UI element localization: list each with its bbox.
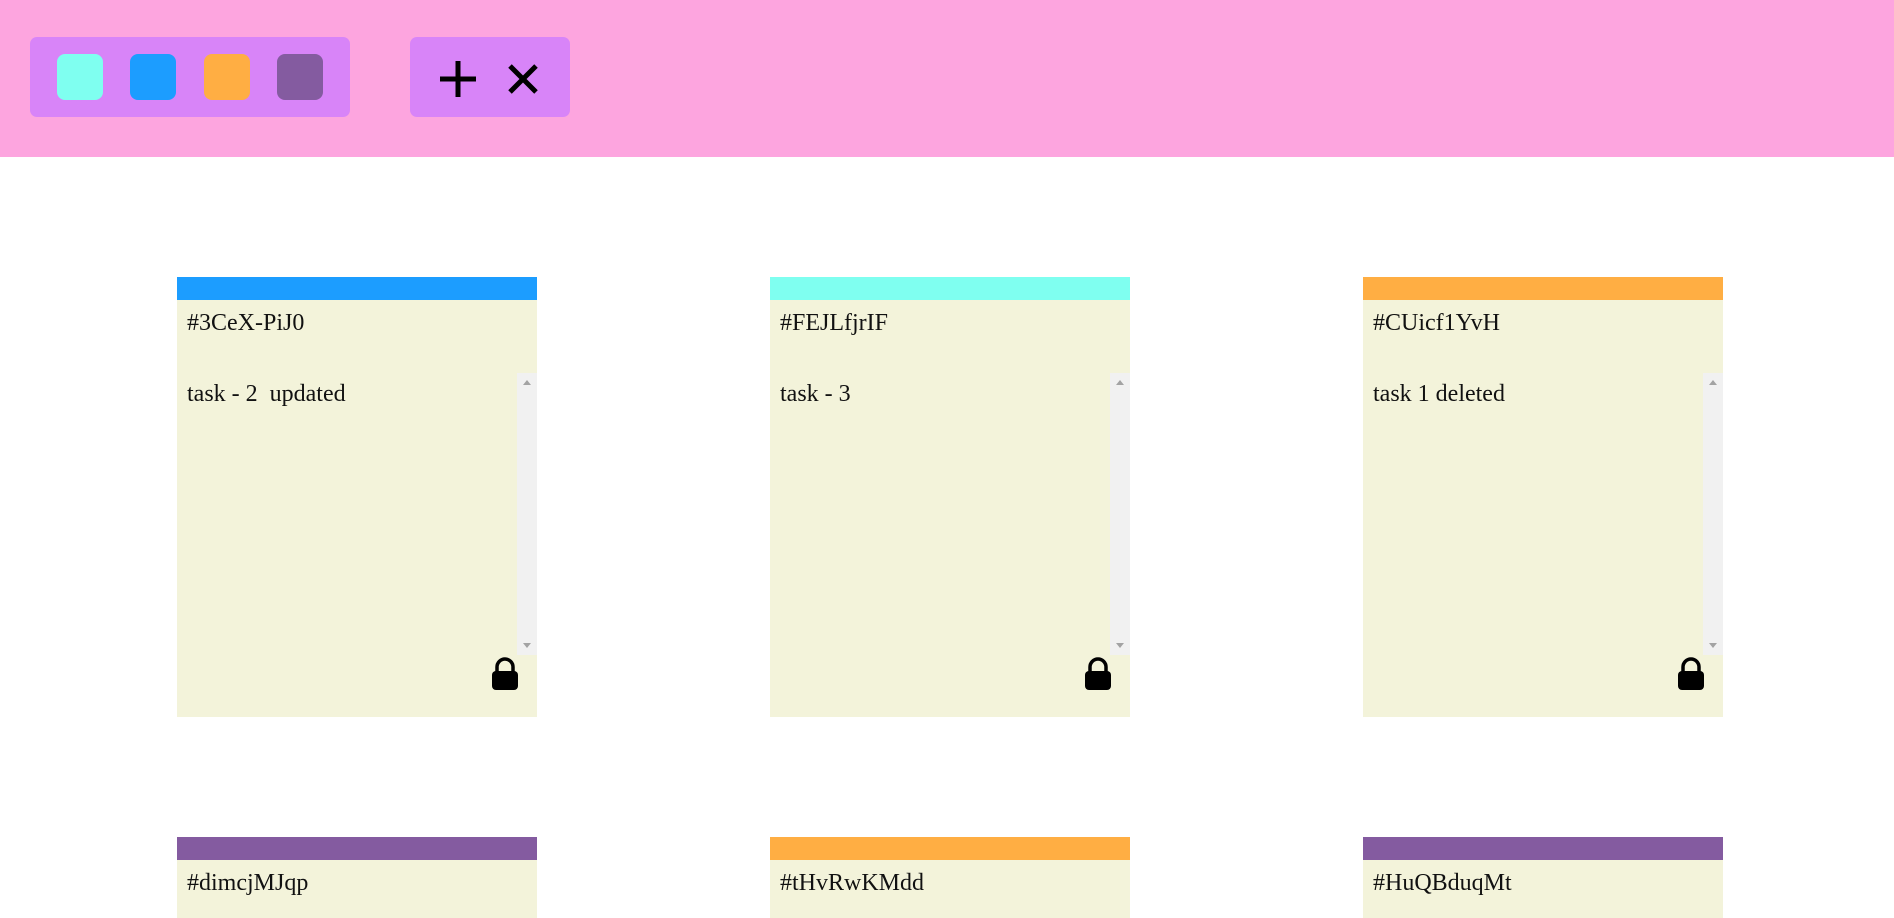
lock-icon xyxy=(492,657,518,690)
scroll-down-arrow-icon[interactable] xyxy=(523,643,531,648)
ticket-task-textarea[interactable]: task 1 deleted xyxy=(1363,373,1703,655)
action-panel xyxy=(410,37,570,117)
ticket-color-strip[interactable] xyxy=(1363,837,1723,860)
ticket-id: #CUicf1YvH xyxy=(1373,310,1500,336)
ticket-color-strip[interactable] xyxy=(177,837,537,860)
ticket-id: #FEJLfjrIF xyxy=(780,310,888,336)
filter-aqua-button[interactable] xyxy=(57,54,103,100)
ticket-task-textarea[interactable]: task - 3 xyxy=(770,373,1110,655)
remove-button[interactable] xyxy=(501,57,545,101)
ticket-card: #dimcjMJqp xyxy=(177,837,537,918)
ticket-card: #CUicf1YvH task 1 deleted xyxy=(1363,277,1723,717)
scroll-down-arrow-icon[interactable] xyxy=(1116,643,1124,648)
task-scrollbar[interactable] xyxy=(1703,373,1723,655)
ticket-color-strip[interactable] xyxy=(177,277,537,300)
ticket-card: #tHvRwKMdd xyxy=(770,837,1130,918)
ticket-card: #FEJLfjrIF task - 3 xyxy=(770,277,1130,717)
filter-purple-button[interactable] xyxy=(277,54,323,100)
ticket-color-strip[interactable] xyxy=(770,277,1130,300)
lock-icon xyxy=(1678,657,1704,690)
scroll-up-arrow-icon[interactable] xyxy=(1709,380,1717,385)
filter-orange-button[interactable] xyxy=(204,54,250,100)
toolbar xyxy=(0,0,1894,157)
task-scrollbar[interactable] xyxy=(517,373,537,655)
scroll-down-arrow-icon[interactable] xyxy=(1709,643,1717,648)
lock-button[interactable] xyxy=(1676,657,1706,691)
ticket-card: #3CeX-PiJ0 task - 2 updated xyxy=(177,277,537,717)
ticket-task-textarea[interactable]: task - 2 updated xyxy=(177,373,517,655)
close-icon xyxy=(508,64,538,94)
plus-icon xyxy=(440,61,476,97)
lock-icon xyxy=(1085,657,1111,690)
filter-blue-button[interactable] xyxy=(130,54,176,100)
ticket-id: #HuQBduqMt xyxy=(1373,870,1512,896)
scroll-up-arrow-icon[interactable] xyxy=(1116,380,1124,385)
ticket-color-strip[interactable] xyxy=(1363,277,1723,300)
ticket-card: #HuQBduqMt xyxy=(1363,837,1723,918)
ticket-id: #tHvRwKMdd xyxy=(780,870,925,896)
lock-button[interactable] xyxy=(490,657,520,691)
add-button[interactable] xyxy=(436,57,480,101)
task-scrollbar[interactable] xyxy=(1110,373,1130,655)
scroll-up-arrow-icon[interactable] xyxy=(523,380,531,385)
ticket-color-strip[interactable] xyxy=(770,837,1130,860)
color-filter-panel xyxy=(30,37,350,117)
lock-button[interactable] xyxy=(1083,657,1113,691)
ticket-id: #3CeX-PiJ0 xyxy=(187,310,305,336)
ticket-id: #dimcjMJqp xyxy=(187,870,309,896)
